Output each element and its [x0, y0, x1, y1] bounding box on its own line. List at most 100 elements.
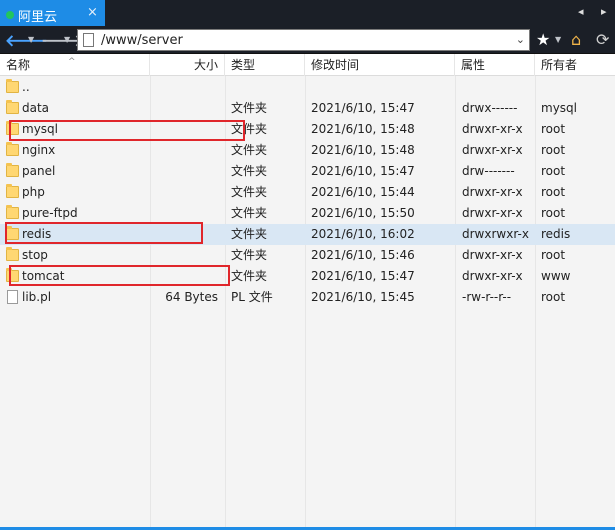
folder-icon: [6, 163, 19, 177]
file-attributes: [462, 77, 535, 98]
file-owner: [541, 77, 615, 98]
folder-icon: [6, 79, 19, 93]
file-size: 64 Bytes: [165, 290, 218, 304]
file-name: ..: [22, 80, 30, 94]
tab-scroll-right-icon[interactable]: ▸: [601, 5, 607, 18]
close-tab-icon[interactable]: ×: [87, 5, 98, 20]
folder-icon: [6, 205, 19, 219]
table-row[interactable]: stop 文件夹 2021/6/10, 15:46 drwxr-xr-x root: [0, 245, 615, 266]
table-row[interactable]: data 文件夹 2021/6/10, 15:47 drwx------ mysql: [0, 98, 615, 119]
folder-icon: [6, 247, 19, 261]
address-dropdown-icon[interactable]: ⌄: [516, 33, 525, 46]
column-attributes[interactable]: 属性: [455, 54, 535, 76]
folder-icon: [6, 100, 19, 114]
column-modified-label: 修改时间: [311, 58, 360, 72]
file-name: lib.pl: [22, 290, 52, 304]
file-owner: root: [541, 248, 566, 262]
file-icon: [7, 290, 18, 304]
file-modified: 2021/6/10, 16:02: [311, 227, 415, 241]
home-folder-icon[interactable]: ⌂: [571, 30, 581, 49]
tab-title: 阿里云: [18, 10, 58, 25]
back-history-dropdown-icon[interactable]: ▼: [28, 35, 34, 44]
folder-icon: [6, 142, 19, 156]
file-name: stop: [22, 248, 48, 262]
file-modified: 2021/6/10, 15:48: [311, 143, 415, 157]
table-row[interactable]: panel 文件夹 2021/6/10, 15:47 drw------- root: [0, 161, 615, 182]
bookmark-dropdown-icon[interactable]: ▼: [555, 35, 561, 44]
column-attributes-label: 属性: [461, 58, 486, 72]
folder-icon: [6, 184, 19, 198]
file-type: [231, 77, 305, 98]
file-attributes: drwx------: [462, 101, 518, 115]
forward-history-dropdown-icon[interactable]: ▼: [64, 35, 70, 44]
file-name: pure-ftpd: [22, 206, 78, 220]
file-attributes: drwxr-xr-x: [462, 185, 523, 199]
file-modified: 2021/6/10, 15:46: [311, 248, 415, 262]
highlight-box-redis: [5, 222, 203, 244]
file-name: data: [22, 101, 50, 115]
file-name: php: [22, 185, 45, 199]
bookmark-star-icon[interactable]: ★: [536, 30, 550, 49]
column-size-label: 大小: [193, 58, 218, 72]
document-icon: [83, 33, 94, 47]
file-modified: 2021/6/10, 15:50: [311, 206, 415, 220]
highlight-box-tomcat: [9, 265, 230, 286]
column-modified[interactable]: 修改时间: [305, 54, 455, 76]
file-modified: [311, 77, 455, 98]
file-size: [150, 182, 218, 203]
file-size: [150, 140, 218, 161]
file-owner: redis: [541, 227, 571, 241]
table-row[interactable]: ..: [0, 77, 615, 98]
file-name: nginx: [22, 143, 56, 157]
column-owner-label: 所有者: [541, 58, 578, 72]
file-attributes: drwxr-xr-x: [462, 269, 523, 283]
table-row[interactable]: pure-ftpd 文件夹 2021/6/10, 15:50 drwxr-xr-x ro…: [0, 203, 615, 224]
file-attributes: -rw-r--r--: [462, 290, 512, 304]
file-size: [150, 161, 218, 182]
file-type: 文件夹: [231, 206, 268, 220]
file-modified: 2021/6/10, 15:47: [311, 164, 415, 178]
file-size: [150, 245, 218, 266]
file-attributes: drwxr-xr-x: [462, 122, 523, 136]
column-type-label: 类型: [231, 58, 256, 72]
file-type: 文件夹: [231, 269, 268, 283]
file-type: 文件夹: [231, 143, 268, 157]
column-size[interactable]: 大小: [150, 54, 225, 76]
file-attributes: drwxr-xr-x: [462, 143, 523, 157]
column-type[interactable]: 类型: [225, 54, 305, 76]
file-attributes: drwxr-xr-x: [462, 206, 523, 220]
file-modified: 2021/6/10, 15:45: [311, 290, 415, 304]
file-modified: 2021/6/10, 15:44: [311, 185, 415, 199]
file-size: [150, 77, 218, 98]
tab-scroll-left-icon[interactable]: ◂: [578, 5, 584, 18]
highlight-box-mysql: [9, 120, 245, 141]
file-owner: root: [541, 185, 566, 199]
column-name[interactable]: 名称 ^: [0, 54, 150, 76]
column-owner[interactable]: 所有者: [535, 54, 615, 76]
tab-aliyun[interactable]: 阿里云 ×: [0, 0, 105, 26]
file-owner: www: [541, 269, 571, 283]
file-owner: root: [541, 206, 566, 220]
file-owner: root: [541, 290, 566, 304]
address-path[interactable]: /www/server: [101, 33, 183, 48]
file-type: 文件夹: [231, 164, 268, 178]
file-modified: 2021/6/10, 15:47: [311, 101, 415, 115]
file-attributes: drwxrwxr-x: [462, 227, 529, 241]
refresh-icon[interactable]: ⟳: [596, 30, 609, 49]
file-attributes: drwxr-xr-x: [462, 248, 523, 262]
file-modified: 2021/6/10, 15:48: [311, 122, 415, 136]
address-bar[interactable]: /www/server ⌄: [77, 29, 530, 51]
file-name: panel: [22, 164, 56, 178]
toolbar: 🡐 ▼ 🡒 ▼ /www/server ⌄ ★ ▼ ⌂ ⟳: [0, 26, 615, 54]
file-type: 文件夹: [231, 101, 268, 115]
table-row[interactable]: nginx 文件夹 2021/6/10, 15:48 drwxr-xr-x root: [0, 140, 615, 161]
table-row[interactable]: lib.pl 64 Bytes PL 文件 2021/6/10, 15:45 -rw-r…: [0, 287, 615, 308]
table-row[interactable]: php 文件夹 2021/6/10, 15:44 drwxr-xr-x root: [0, 182, 615, 203]
file-attributes: drw-------: [462, 164, 515, 178]
connection-status-icon: [6, 11, 14, 19]
file-list[interactable]: .. data 文件夹 2021/6/10, 15:47 drwx------ mysql…: [0, 76, 615, 527]
column-header: 名称 ^ 大小 类型 修改时间 属性 所有者: [0, 54, 615, 76]
file-size: [150, 203, 218, 224]
file-type: 文件夹: [231, 248, 268, 262]
file-modified: 2021/6/10, 15:47: [311, 269, 415, 283]
